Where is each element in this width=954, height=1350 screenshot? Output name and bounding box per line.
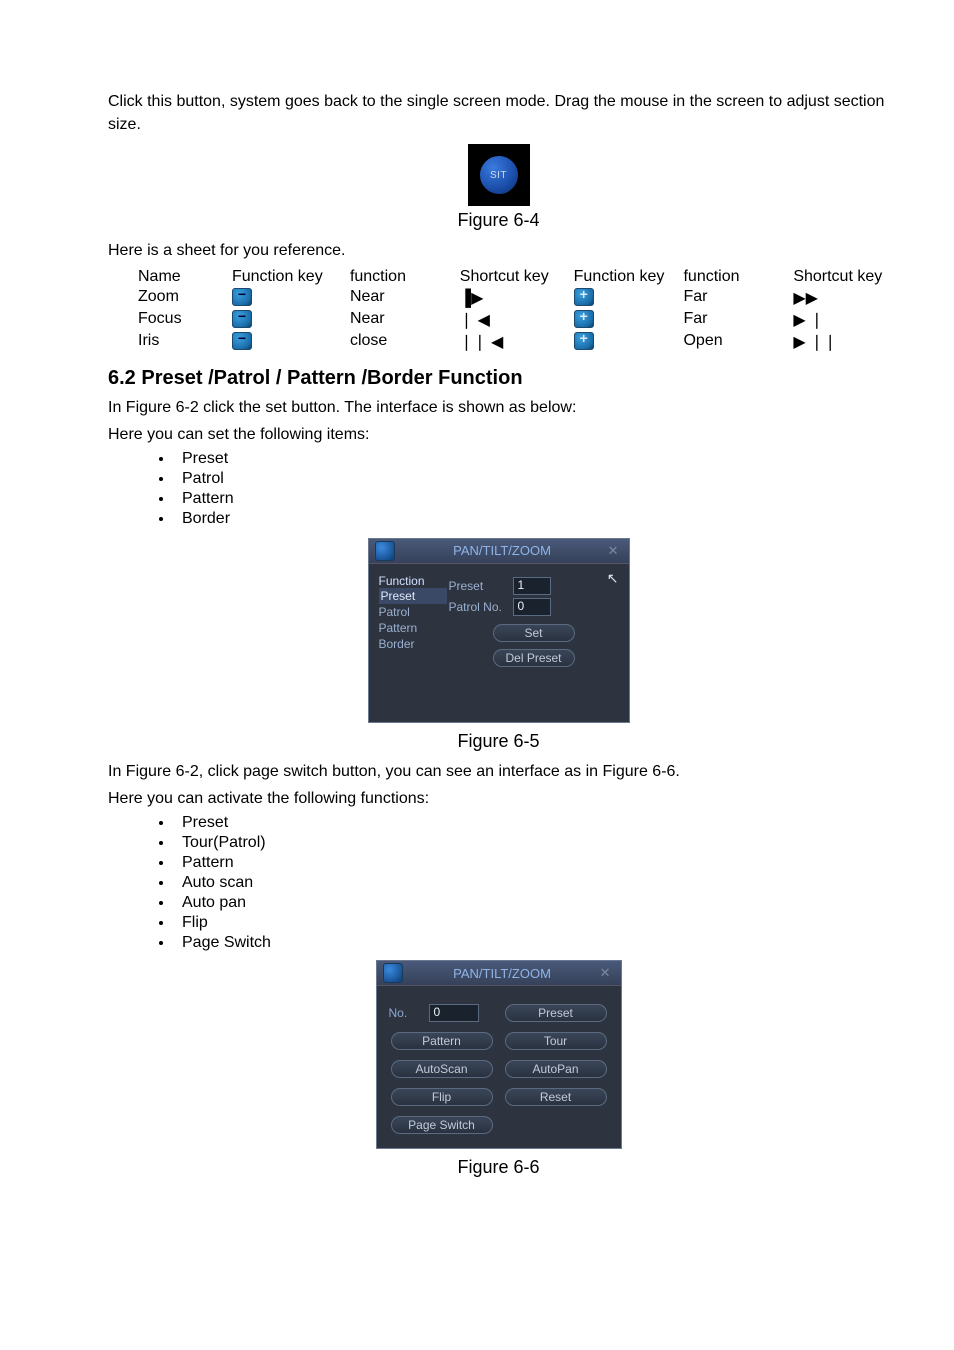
- list-item: Preset: [174, 450, 889, 470]
- list-item: Auto pan: [174, 894, 889, 914]
- list-item: Auto scan: [174, 874, 889, 894]
- sec2-line-2: Here you can activate the following func…: [108, 787, 889, 810]
- minus-icon: [232, 288, 252, 306]
- pattern-button[interactable]: Pattern: [391, 1032, 493, 1050]
- autoscan-button[interactable]: AutoScan: [391, 1060, 493, 1078]
- cell-fn: Near: [346, 309, 456, 331]
- cell-name: Focus: [108, 309, 228, 331]
- section-6-2-heading: 6.2 Preset /Patrol / Pattern /Border Fun…: [108, 367, 889, 390]
- function-item-pattern[interactable]: Pattern: [379, 620, 447, 636]
- cell-fn: close: [346, 331, 456, 353]
- cell-fn: Open: [679, 331, 789, 353]
- cell-sk: ▶ ❘: [789, 309, 889, 331]
- function-list[interactable]: Preset Patrol Pattern Border: [379, 588, 447, 652]
- list-item: Preset: [174, 814, 889, 834]
- ptz-titlebar: PAN/TILT/ZOOM ✕: [369, 539, 629, 564]
- close-icon[interactable]: ✕: [604, 543, 623, 559]
- table-row: Iris close ❘❘ ◀ Open ▶ ❘❘: [108, 331, 889, 353]
- cell-fn: Near: [346, 287, 456, 309]
- reference-table: Name Function key function Shortcut key …: [108, 267, 889, 353]
- sit-circle-icon: SIT: [478, 154, 520, 196]
- plus-icon: [574, 332, 594, 350]
- figure-6-5-caption: Figure 6-5: [108, 731, 889, 752]
- th-name: Name: [108, 267, 228, 287]
- th-function-key-2: Function key: [570, 267, 680, 287]
- sec-line-2: Here you can set the following items:: [108, 423, 889, 446]
- preset-input[interactable]: 1: [513, 577, 551, 595]
- ptz-dialog-fig-6-6: PAN/TILT/ZOOM ✕ No. 0 Preset Pattern Tou…: [376, 960, 622, 1149]
- list-item: Border: [174, 510, 889, 530]
- th-function-2: function: [679, 267, 789, 287]
- ptz-logo-icon: [375, 541, 395, 561]
- flip-button[interactable]: Flip: [391, 1088, 493, 1106]
- cell-name: Zoom: [108, 287, 228, 309]
- figure-6-4-caption: Figure 6-4: [108, 210, 889, 231]
- preset-button[interactable]: Preset: [505, 1004, 607, 1022]
- ptz-logo-icon: [383, 963, 403, 983]
- list-item: Tour(Patrol): [174, 834, 889, 854]
- set-button[interactable]: Set: [493, 624, 575, 642]
- cell-sk: ▶ ❘❘: [789, 331, 889, 353]
- list-2: Preset Tour(Patrol) Pattern Auto scan Au…: [108, 814, 889, 954]
- cursor-icon: ↖: [607, 570, 619, 587]
- autopan-button[interactable]: AutoPan: [505, 1060, 607, 1078]
- ptz-title-text: PAN/TILT/ZOOM: [401, 543, 604, 558]
- sheet-intro: Here is a sheet for you reference.: [108, 239, 889, 262]
- table-row: Focus Near ❘ ◀ Far ▶ ❘: [108, 309, 889, 331]
- preset-label: Preset: [449, 579, 513, 593]
- list-1: Preset Patrol Pattern Border: [108, 450, 889, 530]
- minus-icon: [232, 332, 252, 350]
- plus-icon: [574, 288, 594, 306]
- del-preset-button[interactable]: Del Preset: [493, 649, 575, 667]
- close-icon[interactable]: ✕: [596, 965, 615, 981]
- reset-button[interactable]: Reset: [505, 1088, 607, 1106]
- cell-sk: ❘❘ ◀: [456, 331, 570, 353]
- list-item: Flip: [174, 914, 889, 934]
- ptz-dialog-fig-6-5: PAN/TILT/ZOOM ✕ ↖ Function Preset Patrol…: [368, 538, 630, 723]
- minus-icon: [232, 310, 252, 328]
- function-item-preset[interactable]: Preset: [379, 588, 447, 604]
- list-item: Pattern: [174, 854, 889, 874]
- page-switch-button[interactable]: Page Switch: [391, 1116, 493, 1134]
- list-item: Pattern: [174, 490, 889, 510]
- cell-name: Iris: [108, 331, 228, 353]
- list-item: Patrol: [174, 470, 889, 490]
- th-shortcut-2: Shortcut key: [789, 267, 889, 287]
- patrol-no-input[interactable]: 0: [513, 598, 551, 616]
- table-row: Zoom Near ▐▶ Far ▶▶: [108, 287, 889, 309]
- no-label: No.: [389, 1006, 429, 1020]
- function-item-border[interactable]: Border: [379, 636, 447, 652]
- no-input[interactable]: 0: [429, 1004, 479, 1022]
- function-item-patrol[interactable]: Patrol: [379, 604, 447, 620]
- plus-icon: [574, 310, 594, 328]
- ptz-title-text: PAN/TILT/ZOOM: [409, 966, 596, 981]
- cell-sk: ▶▶: [789, 287, 889, 309]
- th-function-key-1: Function key: [228, 267, 346, 287]
- list-item: Page Switch: [174, 934, 889, 954]
- ptz-titlebar: PAN/TILT/ZOOM ✕: [377, 961, 621, 986]
- function-label: Function: [379, 574, 447, 588]
- cell-sk: ▐▶: [456, 287, 570, 309]
- intro-paragraph: Click this button, system goes back to t…: [108, 90, 889, 136]
- cell-sk: ❘ ◀: [456, 309, 570, 331]
- tour-button[interactable]: Tour: [505, 1032, 607, 1050]
- sit-button-figure: SIT: [468, 144, 530, 206]
- figure-6-6-caption: Figure 6-6: [108, 1157, 889, 1178]
- cell-fn: Far: [679, 287, 789, 309]
- sec-line-1: In Figure 6-2 click the set button. The …: [108, 396, 889, 419]
- th-shortcut-1: Shortcut key: [456, 267, 570, 287]
- cell-fn: Far: [679, 309, 789, 331]
- sec2-line-1: In Figure 6-2, click page switch button,…: [108, 760, 889, 783]
- patrol-no-label: Patrol No.: [449, 600, 513, 614]
- th-function-1: function: [346, 267, 456, 287]
